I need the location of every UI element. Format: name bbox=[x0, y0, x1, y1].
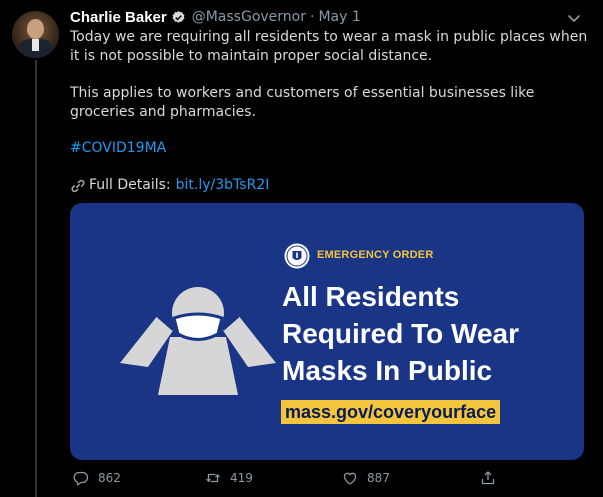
share-icon bbox=[481, 471, 495, 485]
tweet-text-paragraph-2: This applies to workers and customers of… bbox=[70, 85, 535, 120]
retweet-button[interactable]: 419 bbox=[205, 470, 253, 486]
avatar[interactable] bbox=[12, 11, 59, 58]
chevron-down-icon[interactable] bbox=[566, 10, 582, 26]
tweet-header: Charlie Baker @MassGovernor · May 1 bbox=[70, 7, 361, 27]
tweet-text-paragraph-1: Today we are requiring all residents to … bbox=[70, 29, 588, 64]
retweet-icon bbox=[206, 473, 220, 483]
author-handle[interactable]: @MassGovernor bbox=[192, 9, 306, 25]
heart-icon bbox=[343, 472, 357, 485]
details-link[interactable]: bit.ly/3bTsR2I bbox=[176, 176, 270, 195]
link-icon bbox=[71, 179, 85, 192]
thread-line bbox=[35, 60, 37, 497]
card-headline: All Residents Required To Wear Masks In … bbox=[282, 278, 519, 389]
like-button[interactable]: 887 bbox=[342, 470, 390, 486]
share-button[interactable] bbox=[480, 470, 505, 486]
state-seal-icon bbox=[284, 243, 310, 269]
mask-person-illustration bbox=[120, 287, 276, 395]
separator: · bbox=[309, 9, 315, 25]
headline-line-2: Required To Wear bbox=[282, 318, 520, 349]
tweet-date[interactable]: May 1 bbox=[318, 9, 360, 25]
reply-button[interactable]: 862 bbox=[73, 470, 121, 486]
reply-icon bbox=[73, 471, 89, 486]
reply-count: 862 bbox=[98, 471, 121, 485]
headline-line-1: All Residents bbox=[282, 281, 460, 312]
details-label: Full Details: bbox=[89, 177, 171, 193]
headline-line-3: Masks In Public bbox=[282, 355, 493, 386]
media-card[interactable]: EMERGENCY ORDER All Residents Required T… bbox=[70, 203, 584, 460]
hashtag-link[interactable]: #COVID19MA bbox=[70, 140, 166, 156]
like-count: 887 bbox=[367, 471, 390, 485]
card-url-badge: mass.gov/coveryourface bbox=[281, 400, 501, 424]
verified-badge-icon bbox=[172, 10, 185, 23]
tweet-actions: 862 419 887 bbox=[70, 470, 590, 490]
emergency-order-label: EMERGENCY ORDER bbox=[317, 249, 434, 261]
retweet-count: 419 bbox=[230, 471, 253, 485]
author-name[interactable]: Charlie Baker bbox=[70, 9, 167, 26]
